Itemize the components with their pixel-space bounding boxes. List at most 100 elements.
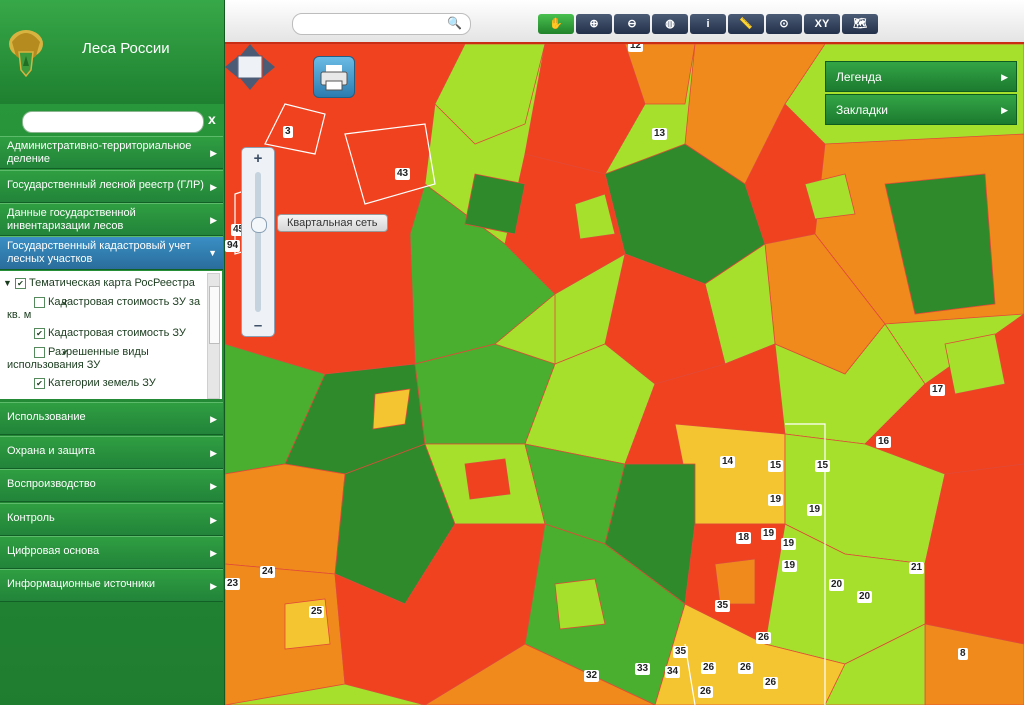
ruler-icon: 📏 (739, 18, 753, 30)
sidebar-item-label: Использование (7, 411, 86, 423)
map-label: 15 (768, 460, 784, 472)
zoom-out-tool[interactable]: ⊖ (614, 14, 650, 34)
chevron-right-icon: ▶ (210, 547, 217, 558)
map-search-input[interactable]: 🔍 (292, 13, 471, 35)
map-label: 14 (720, 456, 736, 468)
sidebar-item-label: Воспроизводство (7, 478, 96, 490)
tree-scrollbar[interactable] (207, 273, 220, 399)
info-icon: i (706, 18, 710, 30)
map-label: 32 (584, 670, 600, 682)
tree-item-permitted-use[interactable]: ✔Разрешенные виды использования ЗУ (7, 346, 205, 372)
map-label: 17 (930, 384, 946, 396)
map-label: 26 (701, 662, 717, 674)
map-label: 21 (909, 562, 925, 574)
map-label: 20 (857, 591, 873, 603)
map-label: 13 (652, 128, 668, 140)
sidebar-item-forest-registry[interactable]: Государственный лесной реестр (ГЛР) ▶ (0, 170, 223, 203)
legend-panel-button[interactable]: Легенда ▶ (825, 61, 1017, 92)
tree-item-land-category[interactable]: ✔ Категории земель ЗУ (34, 377, 204, 390)
checkbox[interactable]: ✔ (14, 277, 26, 289)
bookmarks-panel-button[interactable]: Закладки ▶ (825, 94, 1017, 125)
map-label: 35 (715, 600, 731, 612)
map-label: 26 (738, 662, 754, 674)
map-label: 26 (756, 632, 772, 644)
globe-icon: ◍ (665, 18, 675, 30)
map-canvas[interactable]: 12 3 13 43 94 45 14 15 15 16 17 19 19 19… (225, 44, 1024, 705)
zoom-handle[interactable] (251, 217, 267, 233)
checkbox[interactable]: ✔ (34, 346, 69, 358)
sidebar-search-input[interactable] (22, 111, 204, 133)
sidebar-search-clear-button[interactable]: x (208, 111, 216, 127)
zoom-out-icon: ⊖ (627, 18, 637, 30)
pan-control[interactable] (225, 44, 275, 90)
tree-item-thematic-map[interactable]: ▼ ✔ Тематическая карта РосРеестра (3, 277, 203, 290)
sidebar-item-label: Контроль (7, 512, 55, 524)
chevron-right-icon: ▶ (210, 413, 217, 424)
coordinates-icon: XY (814, 18, 830, 30)
panel-label: Закладки (836, 103, 888, 117)
print-button[interactable] (313, 56, 355, 98)
xy-tool[interactable]: XY (804, 14, 840, 34)
map-label: 33 (635, 663, 651, 675)
scrollbar-thumb[interactable] (209, 286, 220, 344)
sidebar-item-label: Государственный кадастровый учет лесных … (7, 240, 191, 265)
sidebar-item-cadastral[interactable]: Государственный кадастровый учет лесных … (0, 236, 223, 270)
map-label: 19 (768, 494, 784, 506)
chevron-right-icon: ▶ (210, 580, 217, 591)
tree-item-cost-per-sqm[interactable]: ✔Кадастровая стоимость ЗУ за кв. м (7, 296, 205, 322)
map-search-tool[interactable]: 🗺 (842, 14, 878, 34)
sidebar-item-reproduction[interactable]: Воспроизводство ▶ (0, 469, 223, 502)
zoom-in-icon: ⊕ (589, 18, 599, 30)
zoom-out-button[interactable]: – (242, 317, 274, 334)
chevron-down-icon: ▼ (208, 248, 217, 258)
sidebar-item-label: Данные государственной инвентаризации ле… (7, 207, 136, 232)
search-icon[interactable]: 🔍 (447, 16, 462, 30)
zoom-in-tool[interactable]: ⊕ (576, 14, 612, 34)
map-label: 43 (395, 168, 411, 180)
panel-label: Легенда (836, 70, 882, 84)
logo-area: Леса России (0, 0, 224, 104)
sidebar-item-label: Цифровая основа (7, 545, 100, 557)
sidebar-item-usage[interactable]: Использование ▶ (0, 402, 223, 435)
sidebar-item-forest-inventory[interactable]: Данные государственной инвентаризации ле… (0, 203, 223, 236)
sidebar-item-protection[interactable]: Охрана и защита ▶ (0, 436, 223, 469)
info-tool[interactable]: i (690, 14, 726, 34)
checkbox[interactable]: ✔ (34, 377, 45, 389)
sidebar-item-info-sources[interactable]: Информационные источники ▶ (0, 569, 223, 602)
chevron-right-icon: ▶ (210, 147, 217, 158)
expand-icon[interactable]: ▼ (3, 278, 12, 288)
map-label: 19 (761, 528, 777, 540)
map-label: 8 (958, 648, 968, 660)
brand-title: Леса России (82, 40, 170, 57)
measure-tool[interactable]: 📏 (728, 14, 764, 34)
map-label: 18 (736, 532, 752, 544)
map-toolbar: 🔍 ✋ ⊕ ⊖ ◍ i 📏 ⊙ XY 🗺 (225, 0, 1024, 44)
map-label: 26 (698, 686, 714, 698)
sidebar: Леса России x Административно-территориа… (0, 0, 225, 705)
zoom-in-button[interactable]: + (242, 150, 274, 167)
map-label: 19 (807, 504, 823, 516)
map-label: 16 (876, 436, 892, 448)
sidebar-item-control[interactable]: Контроль ▶ (0, 503, 223, 536)
zoom-slider[interactable]: + – (241, 147, 275, 337)
zoom-extent-tool[interactable]: ⊙ (766, 14, 802, 34)
zoom-track[interactable] (255, 172, 261, 312)
globe-tool[interactable]: ◍ (652, 14, 688, 34)
checkbox[interactable]: ✔ (34, 327, 45, 339)
checkbox[interactable]: ✔ (34, 296, 69, 308)
map-label: 24 (260, 566, 276, 578)
chevron-right-icon: ▶ (210, 447, 217, 458)
sidebar-item-admin-division[interactable]: Административно-территориальное деление … (0, 136, 223, 169)
pan-tool[interactable]: ✋ (538, 14, 574, 34)
map-label: 25 (309, 606, 325, 618)
parcel-map (225, 44, 1024, 705)
map-label: 94 (225, 240, 241, 252)
map-label: 19 (782, 560, 798, 572)
tree-item-cost[interactable]: ✔ Кадастровая стоимость ЗУ (34, 327, 204, 340)
tree-item-label: Разрешенные виды использования ЗУ (7, 346, 149, 371)
map-label: 35 (673, 646, 689, 658)
sidebar-item-digital-base[interactable]: Цифровая основа ▶ (0, 536, 223, 569)
map-label: 34 (665, 666, 681, 678)
map-label: 19 (781, 538, 797, 550)
magnifier-icon: ⊙ (779, 18, 789, 30)
